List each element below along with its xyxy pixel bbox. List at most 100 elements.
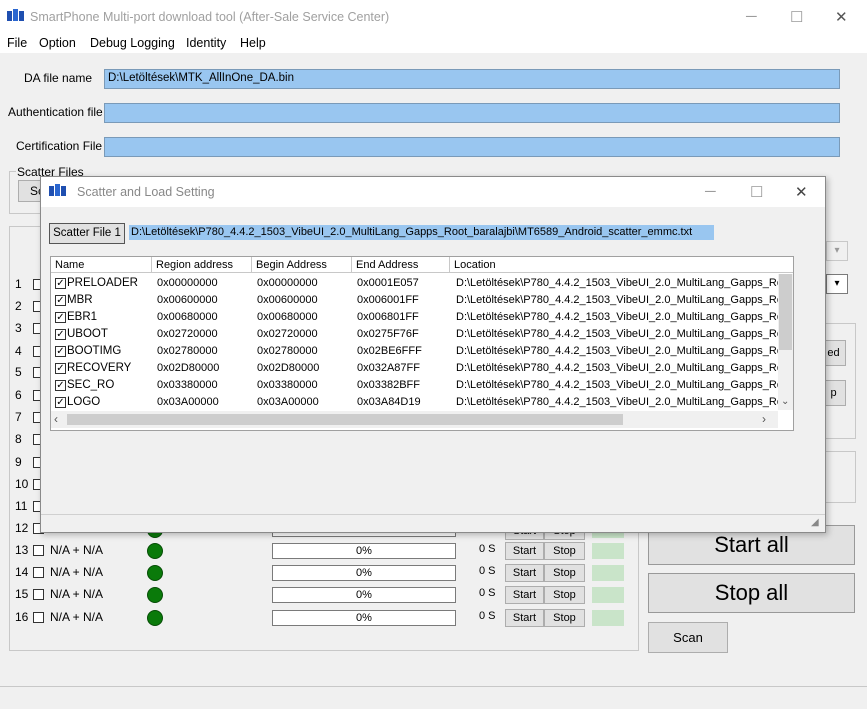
partition-checkbox[interactable]: ✓ bbox=[55, 380, 66, 391]
begin-address: 0x03A00000 bbox=[257, 396, 319, 408]
progress-bar: 0% bbox=[272, 610, 456, 626]
minimize-icon[interactable]: ─ bbox=[705, 183, 716, 200]
dropdown-arrow-icon[interactable]: ▾ bbox=[826, 274, 848, 294]
close-icon[interactable]: ✕ bbox=[795, 183, 808, 201]
window-title: SmartPhone Multi-port download tool (Aft… bbox=[30, 10, 390, 24]
port-device-name: N/A + N/A bbox=[50, 543, 104, 557]
region-address: 0x02780000 bbox=[157, 345, 218, 357]
menu-file[interactable]: File bbox=[7, 36, 27, 50]
port-checkbox[interactable] bbox=[33, 567, 44, 578]
scatter-file-1-button[interactable]: Scatter File 1 bbox=[49, 223, 125, 244]
status-cell bbox=[592, 543, 624, 559]
port-device-name: N/A + N/A bbox=[50, 610, 104, 624]
port-number: 2 bbox=[15, 299, 22, 313]
table-row[interactable]: ✓ SEC_RO 0x03380000 0x03380000 0x03382BFF D:\… bbox=[51, 377, 783, 394]
status-indicator bbox=[147, 610, 163, 626]
maximize-icon[interactable]: ☐ bbox=[750, 183, 763, 201]
column-header-region-address[interactable]: Region address bbox=[152, 257, 252, 273]
partition-checkbox[interactable]: ✓ bbox=[55, 363, 66, 374]
scatter-path-field[interactable]: D:\Letöltések\P780_4.4.2_1503_VibeUI_2.0… bbox=[129, 225, 714, 240]
port-checkbox[interactable] bbox=[33, 612, 44, 623]
scroll-left-icon[interactable]: ‹ bbox=[54, 412, 58, 426]
partition-checkbox[interactable]: ✓ bbox=[55, 295, 66, 306]
partition-name: BOOTIMG bbox=[67, 345, 122, 357]
menu-help[interactable]: Help bbox=[240, 36, 266, 50]
table-row[interactable]: ✓ UBOOT 0x02720000 0x02720000 0x0275F76F D:\L… bbox=[51, 326, 783, 343]
table-row[interactable]: ✓ EBR1 0x00680000 0x00680000 0x006801FF D:\Le… bbox=[51, 309, 783, 326]
port-device-name: N/A + N/A bbox=[50, 587, 104, 601]
port-number: 16 bbox=[15, 610, 29, 624]
scroll-right-icon[interactable]: › bbox=[762, 412, 766, 426]
auth-file-field[interactable] bbox=[104, 103, 840, 123]
partition-location: D:\Letöltések\P780_4.4.2_1503_VibeUI_2.0… bbox=[456, 345, 783, 357]
partition-checkbox[interactable]: ✓ bbox=[55, 346, 66, 357]
cert-file-label: Certification File bbox=[16, 139, 103, 153]
region-address: 0x03380000 bbox=[157, 379, 218, 391]
region-address: 0x02720000 bbox=[157, 328, 218, 340]
end-address: 0x02BE6FFF bbox=[357, 345, 422, 357]
begin-address: 0x02780000 bbox=[257, 345, 318, 357]
partition-location: D:\Letöltések\P780_4.4.2_1503_VibeUI_2.0… bbox=[456, 379, 783, 391]
app-icon bbox=[7, 9, 24, 21]
resize-grip-icon[interactable]: ◢ bbox=[811, 517, 819, 528]
minimize-icon[interactable]: ─ bbox=[746, 8, 757, 25]
start-button[interactable]: Start bbox=[505, 542, 544, 560]
stop-button[interactable]: Stop bbox=[544, 609, 585, 627]
begin-address: 0x00600000 bbox=[257, 294, 318, 306]
partition-checkbox[interactable]: ✓ bbox=[55, 278, 66, 289]
status-cell bbox=[592, 565, 624, 581]
column-header-end-address[interactable]: End Address bbox=[352, 257, 450, 273]
port-checkbox[interactable] bbox=[33, 545, 44, 556]
partition-name: EBR1 bbox=[67, 311, 98, 323]
partition-name: SEC_RO bbox=[67, 379, 115, 391]
start-button[interactable]: Start bbox=[505, 564, 544, 582]
da-file-field[interactable]: D:\Letöltések\MTK_AllInOne_DA.bin bbox=[104, 69, 840, 89]
column-header-name[interactable]: Name bbox=[51, 257, 152, 273]
column-header-begin-address[interactable]: Begin Address bbox=[252, 257, 352, 273]
stop-button[interactable]: Stop bbox=[544, 564, 585, 582]
stop-all-button[interactable]: Stop all bbox=[648, 573, 855, 613]
maximize-icon[interactable]: ☐ bbox=[790, 8, 803, 26]
scrollbar-thumb[interactable] bbox=[67, 414, 623, 425]
partition-table[interactable]: Name Region address Begin Address End Ad… bbox=[50, 256, 794, 431]
table-row[interactable]: ✓ LOGO 0x03A00000 0x03A00000 0x03A84D19 D:\Le… bbox=[51, 394, 783, 411]
dropdown-arrow-icon[interactable]: ▾ bbox=[826, 241, 848, 261]
port-checkbox[interactable] bbox=[33, 589, 44, 600]
port-number: 4 bbox=[15, 344, 22, 358]
port-number: 6 bbox=[15, 388, 22, 402]
horizontal-scrollbar[interactable]: ‹ › bbox=[51, 411, 778, 428]
da-file-label: DA file name bbox=[24, 71, 93, 85]
menu-debug-logging[interactable]: Debug Logging bbox=[90, 36, 175, 50]
title-bar: SmartPhone Multi-port download tool (Aft… bbox=[0, 0, 867, 33]
begin-address: 0x00000000 bbox=[257, 277, 318, 289]
start-button[interactable]: Start bbox=[505, 609, 544, 627]
scroll-down-icon[interactable]: ⌄ bbox=[781, 396, 789, 407]
scrollbar-thumb[interactable] bbox=[779, 274, 792, 350]
close-icon[interactable]: ✕ bbox=[835, 8, 848, 26]
table-row[interactable]: ✓ MBR 0x00600000 0x00600000 0x006001FF D:\Let… bbox=[51, 292, 783, 309]
stop-button[interactable]: Stop bbox=[544, 542, 585, 560]
table-row[interactable]: ✓ RECOVERY 0x02D80000 0x02D80000 0x032A87FF D… bbox=[51, 360, 783, 377]
partition-checkbox[interactable]: ✓ bbox=[55, 312, 66, 323]
side-group bbox=[824, 451, 856, 503]
partition-checkbox[interactable]: ✓ bbox=[55, 397, 66, 408]
begin-address: 0x02D80000 bbox=[257, 362, 320, 374]
elapsed-time: 0 S bbox=[479, 587, 496, 599]
cert-file-field[interactable] bbox=[104, 137, 840, 157]
partition-checkbox[interactable]: ✓ bbox=[55, 329, 66, 340]
scan-button[interactable]: Scan bbox=[648, 622, 728, 653]
menu-identity[interactable]: Identity bbox=[186, 36, 226, 50]
column-header-location[interactable]: Location bbox=[450, 257, 793, 273]
end-address: 0x0275F76F bbox=[357, 328, 419, 340]
port-number: 1 bbox=[15, 277, 22, 291]
vertical-scrollbar[interactable]: ⌄ bbox=[778, 274, 793, 410]
status-bar bbox=[0, 686, 867, 709]
status-indicator bbox=[147, 565, 163, 581]
table-row[interactable]: ✓ PRELOADER 0x00000000 0x00000000 0x0001E057… bbox=[51, 275, 783, 292]
progress-bar: 0% bbox=[272, 565, 456, 581]
table-row[interactable]: ✓ BOOTIMG 0x02780000 0x02780000 0x02BE6FFF D:… bbox=[51, 343, 783, 360]
start-button[interactable]: Start bbox=[505, 586, 544, 604]
menu-option[interactable]: Option bbox=[39, 36, 76, 50]
stop-button[interactable]: Stop bbox=[544, 586, 585, 604]
end-address: 0x03382BFF bbox=[357, 379, 420, 391]
